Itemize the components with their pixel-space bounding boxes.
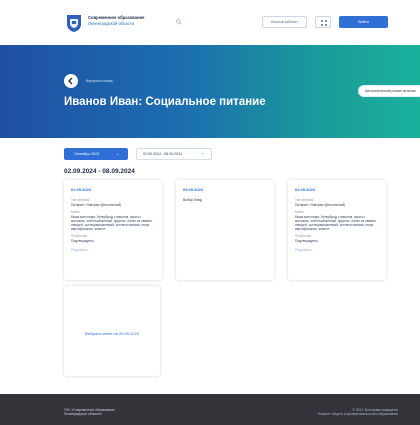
month-select[interactable]: Сентябрь 2024 ⌄	[64, 148, 128, 160]
page-banner	[0, 45, 420, 138]
week-select-value: 02.09.2024 - 08.09.2024	[143, 152, 183, 156]
card-date: 04.09.2024	[295, 187, 316, 192]
meal-type-value: Выбор блюд	[183, 198, 203, 202]
week-select[interactable]: 02.09.2024 - 08.09.2024 ⌄	[136, 148, 212, 160]
meal-type-value: Питание «Завтрак»(бесплатный)	[71, 203, 122, 207]
menu-label: Меню	[71, 210, 80, 215]
back-button[interactable]	[64, 74, 78, 88]
menu-grid-button[interactable]	[315, 16, 331, 28]
footer-org-line-2: Ленинградской области»	[64, 412, 103, 417]
footer-copyright: © 2024. Все права защищены Комитет общег…	[318, 408, 398, 417]
meal-type-label: Тип питания	[295, 198, 314, 202]
status-label: Получение	[71, 234, 88, 239]
top-header: Современное образование Ленинградской об…	[0, 0, 420, 45]
brand-title[interactable]: Современное образование Ленинградской об…	[88, 15, 144, 26]
menu-value: Каша молочная, бутерброд с маслом, какао…	[295, 215, 376, 232]
search-icon	[176, 19, 182, 25]
menu-label: Меню	[295, 210, 304, 215]
footer-org: ГИС «Современное образование Ленинградск…	[64, 408, 115, 417]
status-value: Подтверждено	[295, 239, 318, 244]
footer-copyright-line-2: Комитет общего и профессионального образ…	[318, 412, 398, 417]
region-logo-icon[interactable]	[66, 14, 82, 33]
week-range-title: 02.09.2024 - 08.09.2024	[64, 168, 135, 175]
brand-line-1: Современное образование	[88, 15, 145, 20]
brand-line-2: Ленинградской области	[88, 20, 135, 26]
status-value: Подтверждено	[71, 239, 94, 244]
card-date: 03.09.2024	[183, 187, 204, 192]
breadcrumb[interactable]: Вернуться назад	[86, 79, 113, 83]
day-card[interactable]: 04.09.2024 Тип питания Питание «Завтрак»…	[288, 180, 386, 280]
select-menu-link[interactable]: Выбрать меню на 05.09.2024	[64, 331, 160, 336]
chevron-down-icon: ⌄	[201, 150, 205, 155]
status-label: Получение	[295, 234, 312, 239]
meal-type-value: Питание «Завтрак»(бесплатный)	[295, 203, 346, 207]
day-card[interactable]: 03.09.2024 Выбор блюд	[176, 180, 274, 280]
login-button[interactable]: Войти	[339, 16, 388, 28]
menu-value: Каша молочная, бутерброд с маслом, какао…	[71, 215, 152, 232]
details-link[interactable]: Подробнее	[295, 248, 379, 252]
meal-type-label: Тип питания	[71, 198, 90, 202]
arrow-left-icon	[68, 77, 73, 85]
month-select-value: Сентябрь 2024	[74, 152, 100, 156]
day-card[interactable]: 02.09.2024 Тип питания Питание «Завтрак»…	[64, 180, 162, 280]
auto-mode-button[interactable]: Автоматический режим питания	[358, 85, 420, 97]
card-date: 02.09.2024	[71, 187, 92, 192]
chevron-down-icon: ⌄	[116, 151, 120, 156]
select-menu-card[interactable]: Выбрать меню на 05.09.2024	[64, 286, 160, 376]
details-link[interactable]: Подробнее	[71, 248, 155, 252]
search-input[interactable]	[170, 15, 250, 29]
cabinet-button[interactable]: Личный кабинет	[262, 16, 307, 28]
page-title: Иванов Иван: Социальное питание	[64, 96, 266, 108]
